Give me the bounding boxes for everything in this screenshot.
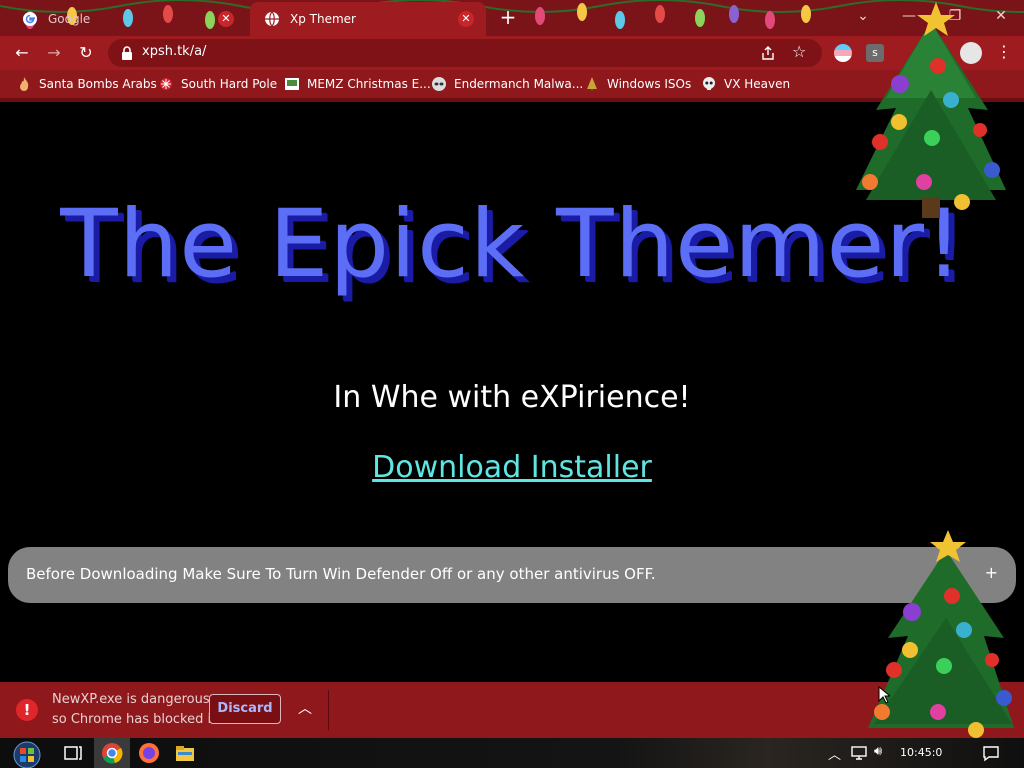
share-icon[interactable] <box>760 45 776 61</box>
lock-icon[interactable] <box>120 45 134 61</box>
chevron-up-icon[interactable]: ︿ <box>828 744 841 763</box>
chrome-icon <box>102 743 123 764</box>
globe-icon <box>265 11 279 27</box>
back-button[interactable]: ← <box>10 41 34 65</box>
close-icon[interactable]: ✕ <box>218 11 234 27</box>
snowflake-icon <box>160 78 172 90</box>
bookmark-label: VX Heaven <box>724 77 791 91</box>
bookmark-memz-christmas[interactable]: MEMZ Christmas E... <box>284 75 431 93</box>
bookmark-label: Windows ISOs <box>607 77 692 91</box>
bookmark-windows-isos[interactable]: Windows ISOs <box>584 75 691 93</box>
tree-icon <box>587 77 597 91</box>
tab-title: Xp Themer <box>290 12 356 26</box>
task-view-icon[interactable] <box>62 742 84 764</box>
bookmark-endermanch-malware[interactable]: Endermanch Malwa... <box>431 75 583 93</box>
network-icon[interactable] <box>850 744 868 762</box>
close-icon[interactable]: ✕ <box>458 11 474 27</box>
download-warning-line2: so Chrome has blocked it. <box>52 712 221 727</box>
memz-icon <box>285 78 299 90</box>
mouse-cursor <box>878 686 890 704</box>
tagline: In Whe with eXPirience! <box>333 380 691 415</box>
bookmark-label: South Hard Pole <box>181 77 278 91</box>
raccoon-icon <box>432 77 446 91</box>
bookmark-south-hard-pole[interactable]: South Hard Pole <box>158 75 277 93</box>
tab-title: Google <box>48 12 91 26</box>
bookmark-star-icon[interactable]: ☆ <box>792 42 806 61</box>
file-explorer-icon[interactable] <box>174 742 196 764</box>
bookmark-label: Endermanch Malwa... <box>454 77 584 91</box>
url-text[interactable]: xpsh.tk/a/ <box>142 44 206 59</box>
download-installer-link[interactable]: Download Installer <box>0 450 1024 485</box>
firefox-icon[interactable] <box>138 742 160 764</box>
christmas-tree-decoration <box>868 530 1014 738</box>
clock[interactable]: 10:45:0 <box>900 746 942 759</box>
discard-button[interactable]: Discard <box>209 694 281 724</box>
flame-icon <box>20 77 29 91</box>
bookmark-label: Santa Bombs Arabs <box>39 77 157 91</box>
reload-button[interactable]: ↻ <box>74 41 98 65</box>
notice-text: Before Downloading Make Sure To Turn Win… <box>26 565 656 583</box>
google-icon <box>23 12 37 26</box>
christmas-tree-decoration <box>856 2 1006 218</box>
start-button-icon[interactable] <box>10 740 44 768</box>
bookmark-label: MEMZ Christmas E... <box>307 77 431 91</box>
tab-google[interactable]: Google ✕ <box>8 2 246 36</box>
notification-center-icon[interactable] <box>982 744 1000 762</box>
new-tab-button[interactable]: + <box>496 6 520 30</box>
volume-icon[interactable]: 🔊︎ <box>874 744 882 759</box>
windows-taskbar: ︿ 🔊︎ 10:45:0 <box>0 738 1024 768</box>
bookmark-vx-heaven[interactable]: VX Heaven <box>701 75 790 93</box>
skull-icon <box>703 77 715 90</box>
address-bar[interactable]: xpsh.tk/a/ ☆ <box>108 39 822 67</box>
divider <box>328 690 329 730</box>
chevron-up-icon[interactable]: ︿ <box>298 698 312 718</box>
tab-xp-themer[interactable]: Xp Themer ✕ <box>250 2 486 36</box>
danger-icon: ! <box>16 699 38 721</box>
taskbar-chrome-active[interactable] <box>94 738 130 768</box>
bookmark-santa-bombs-arabs[interactable]: Santa Bombs Arabs <box>16 75 157 93</box>
forward-button[interactable]: → <box>42 41 66 65</box>
download-warning-line1: NewXP.exe is dangerous, <box>52 692 214 707</box>
